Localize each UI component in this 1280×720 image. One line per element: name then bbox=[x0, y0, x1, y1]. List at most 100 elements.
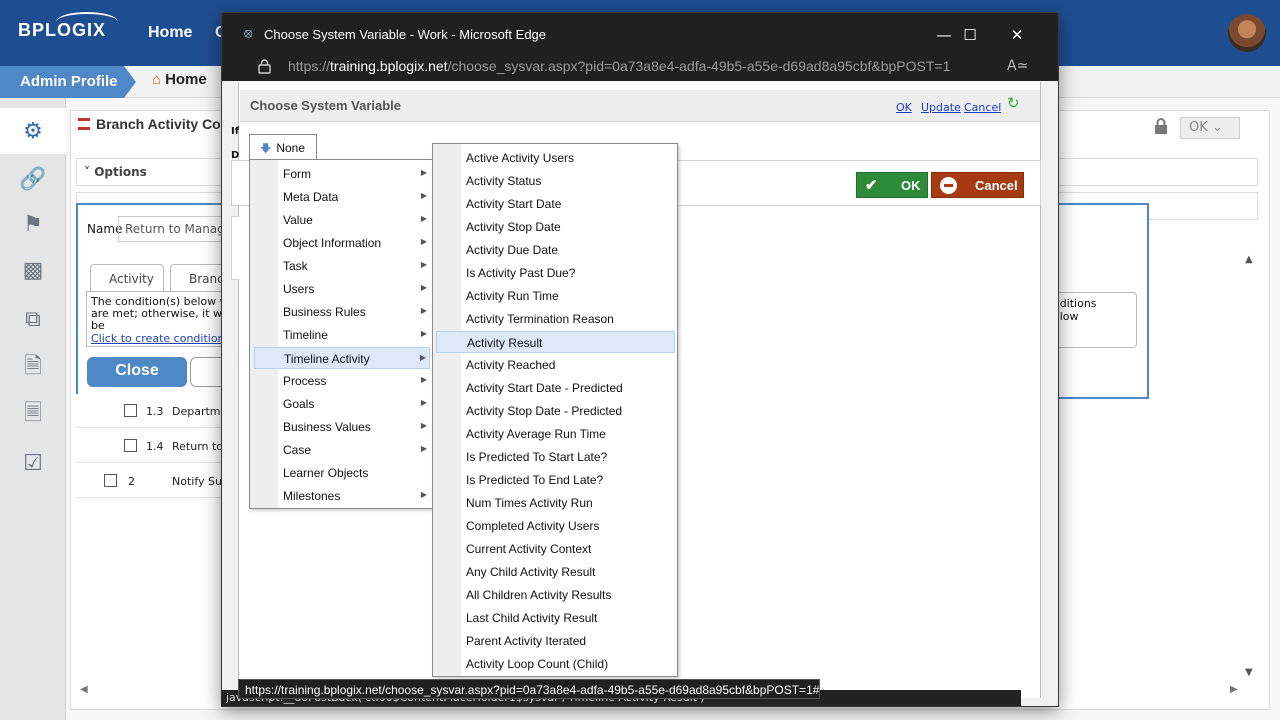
options-label[interactable]: ˅ Options bbox=[84, 165, 147, 179]
link-icon[interactable]: 🔗 bbox=[0, 156, 66, 202]
header-update-link[interactable]: Update bbox=[921, 101, 961, 114]
scroll-up-arrow[interactable]: ▲ bbox=[1245, 254, 1253, 265]
nav-home-link[interactable]: Home bbox=[148, 24, 192, 42]
menu-item-parent-activity-iterated[interactable]: Parent Activity Iterated bbox=[436, 630, 675, 652]
row-number: 1.3 bbox=[146, 405, 164, 418]
chevron-down-icon: ˅ bbox=[84, 165, 90, 179]
choose-sysvar-title: Choose System Variable bbox=[250, 98, 402, 113]
menu-item-label: Form bbox=[283, 167, 311, 181]
menu-item-activity-status[interactable]: Activity Status bbox=[436, 170, 675, 192]
copy-layers-icon[interactable]: ⧉ bbox=[0, 296, 66, 342]
header-ok-link[interactable]: OK bbox=[896, 101, 912, 114]
menu-item-label: Value bbox=[283, 213, 313, 227]
cancel-button[interactable]: Cancel bbox=[931, 172, 1024, 198]
menu-item-num-times-activity-run[interactable]: Num Times Activity Run bbox=[436, 492, 675, 514]
variable-dropdown-button[interactable]: 🡇 None bbox=[249, 134, 317, 160]
menu-item-users[interactable]: Users ▶ bbox=[254, 278, 430, 300]
submenu-arrow-icon: ▶ bbox=[420, 260, 427, 269]
menu-item-activity-stop-date-predicted[interactable]: Activity Stop Date - Predicted bbox=[436, 400, 675, 422]
ok-button[interactable]: ✔ OK bbox=[856, 172, 928, 198]
menu-item-activity-start-date[interactable]: Activity Start Date bbox=[436, 193, 675, 215]
menu-item-completed-activity-users[interactable]: Completed Activity Users bbox=[436, 515, 675, 537]
menu-item-label: Goals bbox=[283, 397, 315, 411]
popup-url[interactable]: https://training.bplogix.net/choose_sysv… bbox=[288, 58, 950, 74]
menu-item-activity-average-run-time[interactable]: Activity Average Run Time bbox=[436, 423, 675, 445]
bplogix-logo[interactable]: BPLOGIX bbox=[18, 12, 118, 41]
header-cancel-link[interactable]: Cancel bbox=[964, 101, 1001, 114]
refresh-icon[interactable]: ↻ bbox=[1007, 94, 1020, 112]
menu-item-label: Case bbox=[283, 443, 312, 457]
menu-item-is-predicted-to-start-late[interactable]: Is Predicted To Start Late? bbox=[436, 446, 675, 468]
menu-item-form[interactable]: Form ▶ bbox=[254, 163, 430, 185]
row-checkbox[interactable] bbox=[104, 474, 117, 487]
menu-item-goals[interactable]: Goals ▶ bbox=[254, 393, 430, 415]
menu-item-label: Timeline Activity bbox=[284, 352, 370, 366]
submenu-arrow-icon: ▶ bbox=[420, 444, 427, 453]
submenu-arrow-icon: ▶ bbox=[420, 168, 427, 177]
menu-item-any-child-activity-result[interactable]: Any Child Activity Result bbox=[436, 561, 675, 583]
menu-item-current-activity-context[interactable]: Current Activity Context bbox=[436, 538, 675, 560]
name-input[interactable]: Return to Manage bbox=[118, 216, 238, 242]
row-checkbox[interactable] bbox=[124, 439, 137, 452]
timeline-activity-submenu: Active Activity Users Activity Status Acti… bbox=[432, 143, 678, 677]
menu-item-timeline[interactable]: Timeline ▶ bbox=[254, 324, 430, 346]
menu-item-process[interactable]: Process ▶ bbox=[254, 370, 430, 392]
hierarchy-icon[interactable]: ▩ bbox=[0, 247, 66, 293]
row-label: Departm bbox=[172, 405, 221, 418]
menu-item-is-activity-past-due[interactable]: Is Activity Past Due? bbox=[436, 262, 675, 284]
locked-document-icon[interactable]: 🗎 bbox=[0, 345, 66, 391]
breadcrumb-admin-profile[interactable]: Admin Profile bbox=[0, 66, 136, 98]
menu-item-object-information[interactable]: Object Information ▶ bbox=[254, 232, 430, 254]
menu-item-learner-objects[interactable]: Learner Objects bbox=[254, 462, 430, 484]
menu-item-value[interactable]: Value ▶ bbox=[254, 209, 430, 231]
user-avatar[interactable] bbox=[1228, 14, 1266, 52]
padlock-icon[interactable] bbox=[258, 59, 271, 74]
menu-item-task[interactable]: Task ▶ bbox=[254, 255, 430, 277]
menu-item-activity-result[interactable]: Activity Result bbox=[436, 331, 675, 353]
menu-item-timeline-activity[interactable]: Timeline Activity ▶ bbox=[254, 347, 430, 369]
menu-item-activity-start-date-predicted[interactable]: Activity Start Date - Predicted bbox=[436, 377, 675, 399]
submenu-arrow-icon: ▶ bbox=[420, 283, 427, 292]
menu-item-activity-stop-date[interactable]: Activity Stop Date bbox=[436, 216, 675, 238]
checklist-icon[interactable]: ☑ bbox=[0, 440, 66, 486]
scroll-down-arrow[interactable]: ▼ bbox=[1245, 667, 1253, 678]
read-aloud-icon[interactable]: A≃ bbox=[1007, 58, 1028, 74]
maximize-icon[interactable]: ☐ bbox=[956, 22, 984, 48]
table-row[interactable]: 1.3 Departm bbox=[76, 394, 226, 428]
scroll-right-arrow[interactable]: ▶ bbox=[1230, 684, 1238, 695]
minimize-icon[interactable]: — bbox=[930, 22, 958, 48]
menu-item-activity-due-date[interactable]: Activity Due Date bbox=[436, 239, 675, 261]
submenu-arrow-icon: ▶ bbox=[420, 214, 427, 223]
menu-item-is-predicted-to-end-late[interactable]: Is Predicted To End Late? bbox=[436, 469, 675, 491]
create-condition-link[interactable]: Click to create condition ... bbox=[91, 332, 239, 345]
menu-item-activity-termination-reason[interactable]: Activity Termination Reason bbox=[436, 308, 675, 330]
menu-item-active-activity-users[interactable]: Active Activity Users bbox=[436, 147, 675, 169]
table-row[interactable]: 1.4 Return to bbox=[76, 429, 226, 463]
settings-gears-icon[interactable]: ⚙ bbox=[0, 108, 66, 154]
menu-item-activity-loop-count-child[interactable]: Activity Loop Count (Child) bbox=[436, 653, 675, 675]
submenu-arrow-icon: ▶ bbox=[419, 353, 426, 362]
row-checkbox[interactable] bbox=[124, 404, 137, 417]
ok-dropdown[interactable]: OK ⌄ bbox=[1180, 117, 1240, 139]
scroll-left-arrow[interactable]: ◀ bbox=[80, 684, 88, 695]
table-row[interactable]: 2 Notify Sub bbox=[76, 464, 229, 498]
menu-item-business-values[interactable]: Business Values ▶ bbox=[254, 416, 430, 438]
expression-box-edge bbox=[231, 216, 239, 280]
submenu-arrow-icon: ▶ bbox=[420, 375, 427, 384]
menu-item-all-children-activity-results[interactable]: All Children Activity Results bbox=[436, 584, 675, 606]
breadcrumb-home[interactable]: ⌂ Home bbox=[152, 71, 207, 88]
menu-item-activity-run-time[interactable]: Activity Run Time bbox=[436, 285, 675, 307]
menu-item-meta-data[interactable]: Meta Data ▶ bbox=[254, 186, 430, 208]
menu-item-activity-reached[interactable]: Activity Reached bbox=[436, 354, 675, 376]
menu-item-milestones[interactable]: Milestones ▶ bbox=[254, 485, 430, 507]
minus-circle-icon bbox=[940, 177, 957, 194]
menu-item-last-child-activity-result[interactable]: Last Child Activity Result bbox=[436, 607, 675, 629]
menu-item-business-rules[interactable]: Business Rules ▶ bbox=[254, 301, 430, 323]
flag-icon[interactable]: ⚑ bbox=[0, 201, 66, 247]
documents-stack-icon[interactable]: 🗏 bbox=[0, 392, 66, 438]
menu-item-case[interactable]: Case ▶ bbox=[254, 439, 430, 461]
close-button[interactable]: Close bbox=[87, 357, 187, 387]
tab-activity[interactable]: Activity bbox=[90, 264, 164, 292]
close-window-icon[interactable]: ✕ bbox=[1003, 22, 1031, 48]
popup-window-title: Choose System Variable - Work - Microsof… bbox=[264, 27, 547, 42]
